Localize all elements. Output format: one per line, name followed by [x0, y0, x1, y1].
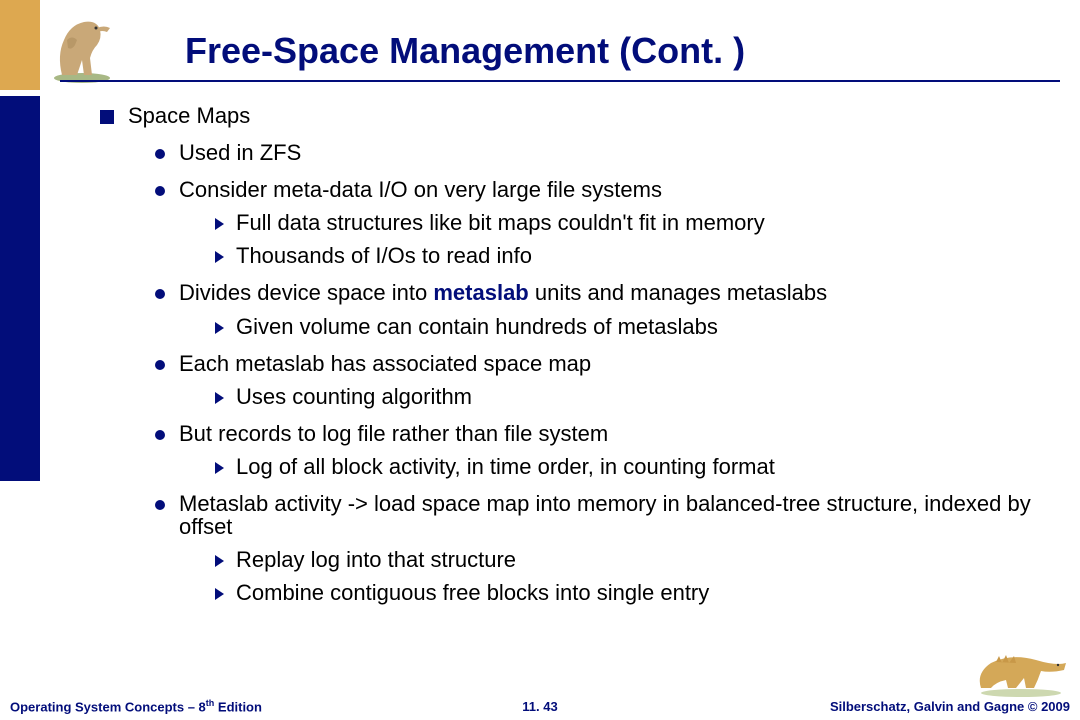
bullet-text: Each metaslab has associated space map [179, 352, 1050, 375]
bullet-level2: Metaslab activity -> load space map into… [155, 492, 1050, 538]
dot-bullet-icon [155, 149, 165, 159]
dot-bullet-icon [155, 186, 165, 196]
footer-copyright: Silberschatz, Galvin and Gagne © 2009 [830, 699, 1070, 714]
bullet-level3: Log of all block activity, in time order… [215, 455, 1050, 478]
bullet-text: But records to log file rather than file… [179, 422, 1050, 445]
bullet-level3: Thousands of I/Os to read info [215, 244, 1050, 267]
square-bullet-icon [100, 110, 114, 124]
dinosaur-footer-icon [966, 638, 1076, 698]
dinosaur-logo-icon [42, 10, 122, 85]
bullet-text: Thousands of I/Os to read info [236, 244, 1050, 267]
bullet-text: Combine contiguous free blocks into sing… [236, 581, 1050, 604]
dot-bullet-icon [155, 430, 165, 440]
title-underline [60, 80, 1060, 82]
bullet-level3: Full data structures like bit maps could… [215, 211, 1050, 234]
left-color-stripe [0, 0, 40, 720]
arrow-bullet-icon [215, 588, 224, 600]
arrow-bullet-icon [215, 462, 224, 474]
slide-title: Free-Space Management (Cont. ) [185, 30, 745, 72]
arrow-bullet-icon [215, 555, 224, 567]
bullet-level2: Used in ZFS [155, 141, 1050, 164]
arrow-bullet-icon [215, 218, 224, 230]
bullet-level1: Space Maps [100, 104, 1050, 127]
bullet-text: Divides device space into metaslab units… [179, 281, 1050, 304]
dot-bullet-icon [155, 289, 165, 299]
footer-slide-number: 11. 43 [522, 699, 557, 714]
slide-content: Space Maps Used in ZFS Consider meta-dat… [100, 100, 1050, 604]
bullet-text: Metaslab activity -> load space map into… [179, 492, 1050, 538]
bullet-level2: Each metaslab has associated space map [155, 352, 1050, 375]
bullet-text: Uses counting algorithm [236, 385, 1050, 408]
bullet-text: Replay log into that structure [236, 548, 1050, 571]
bullet-text: Used in ZFS [179, 141, 1050, 164]
bullet-level2: Consider meta-data I/O on very large fil… [155, 178, 1050, 201]
arrow-bullet-icon [215, 322, 224, 334]
footer-book-title: Operating System Concepts – 8th Edition [10, 698, 262, 714]
bullet-text: Space Maps [128, 104, 1050, 127]
bullet-level3: Combine contiguous free blocks into sing… [215, 581, 1050, 604]
bullet-level3: Uses counting algorithm [215, 385, 1050, 408]
keyword-metaslab: metaslab [433, 280, 528, 305]
bullet-text: Full data structures like bit maps could… [236, 211, 1050, 234]
bullet-text: Log of all block activity, in time order… [236, 455, 1050, 478]
bullet-level2: But records to log file rather than file… [155, 422, 1050, 445]
arrow-bullet-icon [215, 251, 224, 263]
bullet-text: Consider meta-data I/O on very large fil… [179, 178, 1050, 201]
bullet-level3: Replay log into that structure [215, 548, 1050, 571]
bullet-level3: Given volume can contain hundreds of met… [215, 315, 1050, 338]
dot-bullet-icon [155, 500, 165, 510]
bullet-level2: Divides device space into metaslab units… [155, 281, 1050, 304]
dot-bullet-icon [155, 360, 165, 370]
bullet-text: Given volume can contain hundreds of met… [236, 315, 1050, 338]
arrow-bullet-icon [215, 392, 224, 404]
